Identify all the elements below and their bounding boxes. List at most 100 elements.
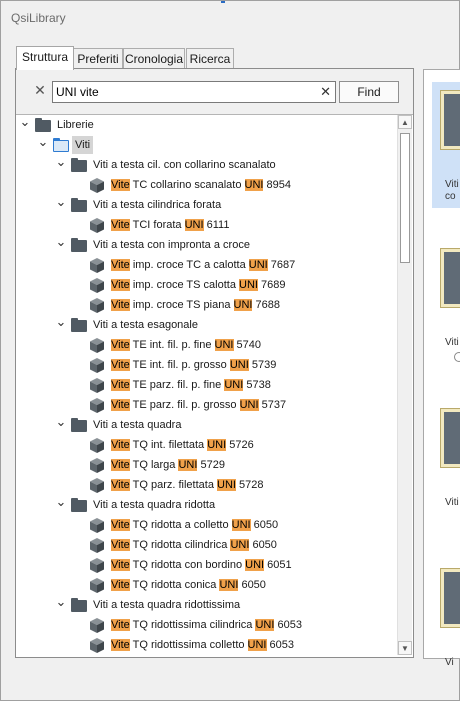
label-text: 7688 <box>252 299 280 311</box>
tree-item-part[interactable]: Vite TQ ridotta cilindrica UNI 6050 <box>17 535 395 555</box>
part-cube-icon <box>89 578 105 593</box>
folder-icon <box>71 418 87 432</box>
search-match-highlight: UNI <box>244 179 264 191</box>
tree-item-folder[interactable]: ⌄ Viti a testa quadra ridottissima <box>17 595 395 615</box>
preview-card[interactable]: Viti co <box>432 82 460 208</box>
tree-item-part[interactable]: Vite TQ ridottissima cilindrica UNI 6053 <box>17 615 395 635</box>
preview-card[interactable]: Vi <box>432 560 460 686</box>
tree-item-folder[interactable]: ⌄ Viti a testa quadra ridotta <box>17 495 395 515</box>
label-text: Viti a testa quadra ridottissima <box>93 599 241 611</box>
tree-item-part[interactable]: Vite TE int. fil. p. fine UNI 5740 <box>17 335 395 355</box>
label-text: Viti a testa esagonale <box>93 319 198 331</box>
preview-card-label: Viti <box>445 337 459 348</box>
label-text: 6050 <box>238 579 266 591</box>
search-match-highlight: UNI <box>231 519 251 531</box>
tree-item-part[interactable]: Vite TE parz. fil. p. grosso UNI 5737 <box>17 395 395 415</box>
part-cube-icon <box>89 258 105 273</box>
tree-item-folder[interactable]: ⌄ Viti a testa cilindrica forata <box>17 195 395 215</box>
preview-card[interactable]: Viti <box>432 240 460 366</box>
chevron-down-icon[interactable]: ⌄ <box>19 115 31 135</box>
search-match-highlight: UNI <box>224 379 244 391</box>
part-cube-icon <box>89 618 105 633</box>
tree-item-label: Vite TE int. fil. p. grosso UNI 5739 <box>108 356 279 374</box>
search-match-highlight: Vite <box>111 299 130 311</box>
label-text: imp. croce TS piana <box>129 299 234 311</box>
library-tree[interactable]: ⌄ Librerie ⌄ Viti ⌄ Viti a testa cil. con col… <box>17 115 395 655</box>
tree-item-part[interactable]: Vite imp. croce TS calotta UNI 7689 <box>17 275 395 295</box>
tree-item-label: Vite TE int. fil. p. fine UNI 5740 <box>108 336 264 354</box>
folder-icon <box>71 498 87 512</box>
label-text: TQ larga <box>129 459 179 471</box>
label-text: Viti a testa cil. con collarino scanalat… <box>93 159 276 171</box>
tree-item-label: Viti a testa esagonale <box>90 316 201 334</box>
search-match-highlight: Vite <box>111 339 130 351</box>
chevron-down-icon[interactable]: ⌄ <box>55 415 67 435</box>
clear-search-icon[interactable]: ✕ <box>320 84 331 99</box>
search-field[interactable]: ✕ <box>52 81 336 103</box>
chevron-down-icon[interactable]: ⌄ <box>37 135 49 155</box>
search-match-highlight: Vite <box>111 479 130 491</box>
tab-struttura[interactable]: Struttura <box>16 46 74 70</box>
tab-ricerca[interactable]: Ricerca <box>186 48 234 69</box>
tree-item-label: Vite TE parz. fil. p. fine UNI 5738 <box>108 376 274 394</box>
tree-item-part[interactable]: Vite TCI forata UNI 6111 <box>17 215 395 235</box>
tree-scrollbar[interactable]: ▲ ▼ <box>397 115 412 655</box>
tree-item-part[interactable]: Vite TQ parz. filettata UNI 5728 <box>17 475 395 495</box>
tree-item-folder[interactable]: ⌄ Viti <box>17 135 395 155</box>
tree-item-label: Viti a testa quadra <box>90 416 184 434</box>
search-match-highlight: UNI <box>255 619 275 631</box>
folder-icon <box>35 118 51 132</box>
tree-item-folder[interactable]: ⌄ Librerie <box>17 115 395 135</box>
splitter-handle[interactable] <box>454 352 460 362</box>
tree-item-part[interactable]: Vite TE parz. fil. p. fine UNI 5738 <box>17 375 395 395</box>
chevron-down-icon[interactable]: ⌄ <box>55 195 67 215</box>
label-text: Viti a testa quadra ridotta <box>93 499 216 511</box>
search-match-highlight: Vite <box>111 359 130 371</box>
tree-item-folder[interactable]: ⌄ Viti a testa con impronta a croce <box>17 235 395 255</box>
chevron-down-icon[interactable]: ⌄ <box>55 595 67 615</box>
search-match-highlight: Vite <box>111 379 130 391</box>
search-match-highlight: Vite <box>111 179 130 191</box>
label-text: TE parz. fil. p. fine <box>129 379 225 391</box>
search-match-highlight: UNI <box>239 279 258 291</box>
scroll-up-icon[interactable]: ▲ <box>398 115 412 129</box>
preview-card[interactable]: Viti <box>432 400 460 526</box>
tree-item-label: Viti a testa con impronta a croce <box>90 236 253 254</box>
tree-item-folder[interactable]: ⌄ Viti a testa cil. con collarino scanala… <box>17 155 395 175</box>
tree-item-part[interactable]: Vite TQ ridotta conica UNI 6050 <box>17 575 395 595</box>
label-text: Viti a testa con impronta a croce <box>93 239 250 251</box>
chevron-down-icon[interactable]: ⌄ <box>55 495 67 515</box>
label-text: 5740 <box>233 339 262 351</box>
label-text: 5737 <box>258 399 287 411</box>
tree-item-folder[interactable]: ⌄ Viti a testa quadra <box>17 415 395 435</box>
search-match-highlight: Vite <box>111 559 130 571</box>
tree-item-part[interactable]: Vite TQ int. filettata UNI 5726 <box>17 435 395 455</box>
chevron-down-icon[interactable]: ⌄ <box>55 235 67 255</box>
folder-icon <box>71 318 87 332</box>
tree-item-part[interactable]: Vite TE int. fil. p. grosso UNI 5739 <box>17 355 395 375</box>
preview-card-label-line2: co <box>445 191 456 202</box>
preview-panel[interactable]: Viti co Viti Viti Vi <box>423 69 460 668</box>
tree-item-part[interactable]: Vite imp. croce TC a calotta UNI 7687 <box>17 255 395 275</box>
search-input[interactable] <box>56 83 308 100</box>
clear-filter-icon[interactable]: ✕ <box>33 83 47 97</box>
tree-item-part[interactable]: Vite TQ ridotta a colletto UNI 6050 <box>17 515 395 535</box>
tree-item-part[interactable]: Vite TQ larga UNI 5729 <box>17 455 395 475</box>
tree-item-part[interactable]: Vite TC collarino scanalato UNI 8954 <box>17 175 395 195</box>
label-text: Viti a testa cilindrica forata <box>93 199 222 211</box>
tab-cronologia[interactable]: Cronologia <box>123 48 185 69</box>
search-match-highlight: UNI <box>214 339 234 351</box>
find-button[interactable]: Find <box>339 81 399 103</box>
tree-item-part[interactable]: Vite TQ ridottissima colletto UNI 6053 <box>17 635 395 655</box>
scroll-down-icon[interactable]: ▼ <box>398 641 412 655</box>
folder-icon <box>71 158 87 172</box>
tree-item-folder[interactable]: ⌄ Viti a testa esagonale <box>17 315 395 335</box>
chevron-down-icon[interactable]: ⌄ <box>55 155 67 175</box>
label-text: imp. croce TC a calotta <box>129 259 249 271</box>
tree-item-part[interactable]: Vite imp. croce TS piana UNI 7688 <box>17 295 395 315</box>
search-match-highlight: UNI <box>230 539 250 551</box>
tab-preferiti[interactable]: Preferiti <box>73 48 123 69</box>
chevron-down-icon[interactable]: ⌄ <box>55 315 67 335</box>
scroll-thumb[interactable] <box>400 133 410 263</box>
tree-item-part[interactable]: Vite TQ ridotta con bordino UNI 6051 <box>17 555 395 575</box>
